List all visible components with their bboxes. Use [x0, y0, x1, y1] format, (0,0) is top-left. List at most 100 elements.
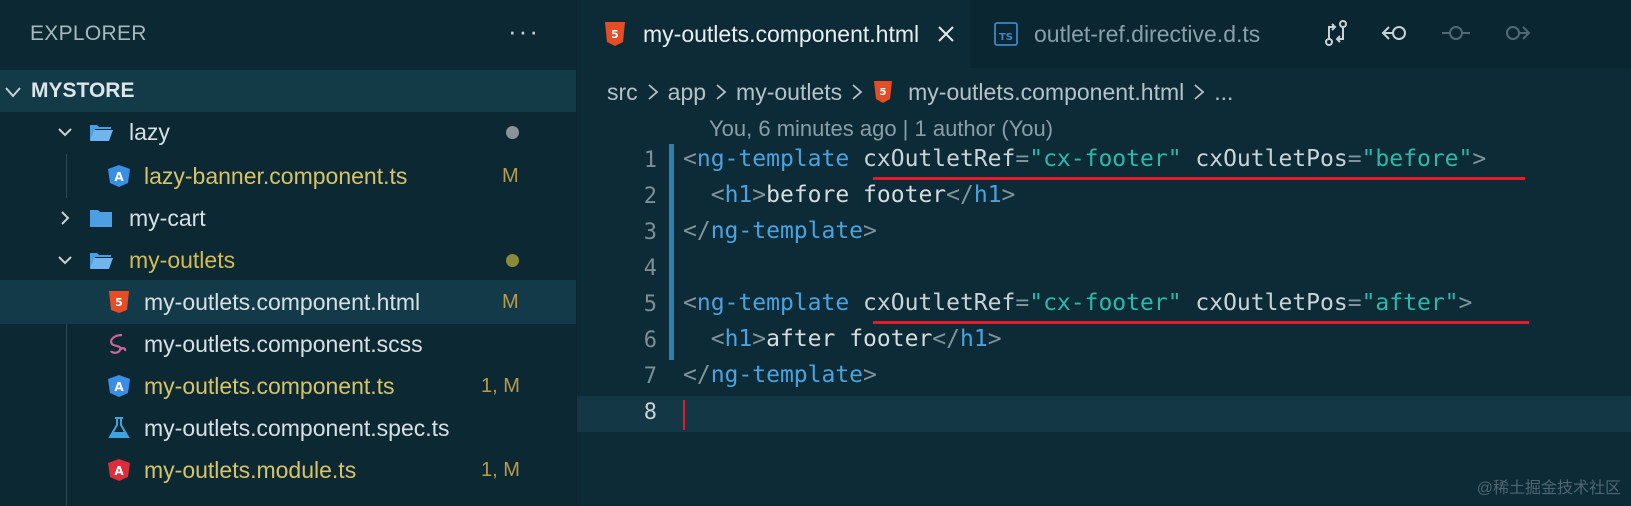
tab-my-outlets-component-html[interactable]: 5 my-outlets.component.html — [577, 0, 970, 68]
chevron-right-icon — [852, 84, 863, 100]
angular-module-icon: A — [108, 459, 130, 481]
tab-label: my-outlets.component.html — [643, 20, 920, 47]
line-number: 5 — [643, 292, 657, 317]
svg-text:A: A — [114, 170, 124, 184]
svg-text:5: 5 — [115, 296, 123, 309]
folder-open-icon — [90, 253, 113, 269]
line-number: 4 — [643, 256, 657, 281]
tab-label: outlet-ref.directive.d.ts — [1034, 20, 1261, 47]
tree-item-my-cart[interactable]: my-cart — [0, 196, 576, 240]
line-number: 1 — [643, 148, 657, 173]
html5-icon: 5 — [605, 22, 625, 46]
tree-item-label: lazy-banner.component.ts — [144, 163, 408, 189]
status-dot — [506, 254, 519, 267]
svg-text:TS: TS — [999, 32, 1013, 43]
tree-item-label: my-outlets.component.spec.ts — [144, 415, 450, 441]
chevron-right-icon — [61, 211, 70, 225]
typescript-icon: TS — [994, 22, 1018, 46]
explorer-title: EXPLORER — [30, 22, 147, 45]
close-icon[interactable] — [937, 25, 955, 43]
tree-item-label: my-outlets.component.html — [144, 289, 421, 315]
go-back-icon[interactable] — [1381, 18, 1411, 48]
explorer-header: EXPLORER ··· — [0, 0, 576, 68]
git-status-badge: M — [502, 291, 519, 313]
code-text: </ng-template> — [683, 218, 877, 244]
more-actions-icon[interactable]: ··· — [508, 16, 540, 46]
angular-icon: A — [108, 165, 130, 187]
chevron-right-icon — [1194, 84, 1205, 100]
git-status-badge: 1, M — [481, 459, 520, 481]
tree-item-lazy-banner-component-ts[interactable]: A lazy-banner.component.ts M — [0, 154, 576, 198]
tree-item-label: my-outlets — [129, 247, 236, 273]
tree-item-my-outlets-component-scss[interactable]: my-outlets.component.scss — [0, 322, 576, 366]
tree-item-my-outlets[interactable]: my-outlets — [0, 238, 576, 282]
tree-item-label: my-outlets.module.ts — [144, 457, 357, 483]
project-root[interactable]: MYSTORE — [0, 70, 576, 112]
tab-outlet-ref-directive-d-ts[interactable]: TS outlet-ref.directive.d.ts — [970, 0, 1305, 68]
text-cursor — [683, 400, 685, 430]
status-dot — [506, 126, 519, 139]
breadcrumb: src app my-outlets 5 my-outlets.componen… — [607, 72, 1233, 112]
annotation-underline — [873, 177, 1525, 180]
code-text: <ng-template cxOutletRef="cx-footer" cxO… — [683, 290, 1473, 316]
code-text: <h1>before footer</h1> — [710, 182, 1016, 208]
chevron-down-icon — [5, 87, 21, 98]
watermark: @稀土掘金技术社区 — [1476, 480, 1621, 497]
explorer-sidebar: EXPLORER ··· MYSTORE lazy A lazy-banner.… — [0, 0, 576, 506]
tree-item-my-outlets-component-html[interactable]: 5 my-outlets.component.html M — [0, 280, 576, 324]
code-line-current: 8 — [577, 396, 1631, 432]
tree-item-label: my-cart — [129, 205, 206, 231]
project-name: MYSTORE — [31, 79, 135, 102]
html5-icon: 5 — [109, 291, 129, 313]
chevron-down-icon — [58, 256, 72, 265]
tree-item-my-outlets-component-ts[interactable]: A my-outlets.component.ts 1, M — [0, 364, 576, 408]
breadcrumb-item[interactable]: src — [607, 79, 638, 106]
git-status-badge: M — [502, 165, 519, 187]
chevron-right-icon — [716, 84, 727, 100]
svg-text:5: 5 — [611, 28, 619, 41]
svg-text:5: 5 — [880, 87, 887, 98]
code-line: 2 <h1>before footer</h1> — [577, 180, 1631, 216]
code-text: <ng-template cxOutletRef="cx-footer" cxO… — [683, 146, 1487, 172]
go-forward-icon[interactable] — [1501, 18, 1531, 48]
breadcrumb-item[interactable]: app — [668, 79, 706, 106]
git-blame-codelens[interactable]: You, 6 minutes ago | 1 author (You) — [709, 116, 1053, 142]
line-number: 6 — [643, 328, 657, 353]
tree-item-label: my-outlets.component.scss — [144, 331, 423, 357]
line-number: 3 — [643, 220, 657, 245]
commit-icon[interactable] — [1441, 18, 1471, 48]
chevron-down-icon — [58, 128, 72, 137]
tree-item-my-outlets-component-spec-ts[interactable]: my-outlets.component.spec.ts — [0, 406, 576, 450]
sass-icon — [110, 333, 127, 354]
code-line: 4 — [577, 252, 1631, 288]
tree-item-label: lazy — [129, 119, 170, 145]
tree-item-lazy[interactable]: lazy — [0, 110, 576, 154]
code-line: 7 </ng-template> — [577, 360, 1631, 396]
folder-icon — [90, 210, 112, 227]
line-number: 7 — [643, 364, 657, 389]
svg-text:A: A — [114, 380, 124, 394]
editor-area: 5 my-outlets.component.html TS outlet-re… — [577, 0, 1631, 506]
annotation-underline — [873, 321, 1529, 324]
code-line: 6 <h1>after footer</h1> — [577, 324, 1631, 360]
code-line: 1 <ng-template cxOutletRef="cx-footer" c… — [577, 144, 1631, 180]
code-line: 3 </ng-template> — [577, 216, 1631, 252]
line-number: 8 — [643, 400, 657, 425]
breadcrumb-item[interactable]: my-outlets — [736, 79, 842, 106]
html5-icon: 5 — [874, 81, 893, 103]
angular-icon: A — [108, 375, 130, 397]
tree-item-my-outlets-module-ts[interactable]: A my-outlets.module.ts 1, M — [0, 448, 576, 492]
tab-bar: 5 my-outlets.component.html TS outlet-re… — [577, 0, 1631, 68]
code-text: <h1>after footer</h1> — [710, 326, 1002, 352]
code-line: 5 <ng-template cxOutletRef="cx-footer" c… — [577, 288, 1631, 324]
tree-item-label: my-outlets.component.ts — [144, 373, 395, 399]
breadcrumb-item[interactable]: ... — [1214, 79, 1233, 106]
line-number: 2 — [643, 184, 657, 209]
compare-changes-icon[interactable] — [1321, 18, 1351, 48]
code-text: </ng-template> — [683, 362, 877, 388]
folder-open-icon — [90, 125, 113, 141]
svg-text:A: A — [114, 464, 124, 478]
test-flask-icon — [108, 417, 130, 438]
breadcrumb-item[interactable]: my-outlets.component.html — [908, 79, 1184, 106]
chevron-right-icon — [648, 84, 659, 100]
